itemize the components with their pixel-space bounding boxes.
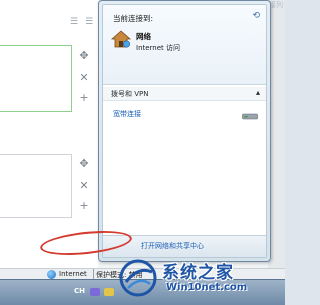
dialup-vpn-label: 拨号和 VPN — [111, 90, 149, 98]
close-icon[interactable]: ✕ — [78, 72, 90, 83]
network-name: 网络 — [136, 32, 151, 41]
list-view-icons[interactable]: ☰☰ — [70, 17, 100, 27]
refresh-icon[interactable]: ⟲ — [252, 11, 260, 21]
open-network-sharing-center-link[interactable]: 打开网络和共享中心 — [141, 241, 204, 251]
modem-icon — [242, 113, 258, 120]
editor-canvas — [0, 0, 98, 268]
ime-tray-icon[interactable] — [90, 288, 100, 296]
add-icon[interactable]: + — [78, 200, 90, 211]
flyout-footer: 打开网络和共享中心 — [103, 235, 266, 257]
watermark-title: 系统之家 — [162, 263, 234, 283]
content-block[interactable] — [0, 154, 72, 218]
input-language-indicator[interactable]: CH — [74, 287, 85, 295]
network-status: Internet 访问 — [136, 44, 181, 52]
move-icon[interactable]: ✥ — [78, 50, 90, 61]
close-icon[interactable]: ✕ — [78, 180, 90, 191]
network-house-icon — [111, 30, 131, 48]
broadband-connection-link[interactable]: 宽带连接 — [113, 109, 141, 119]
watermark-logo — [119, 259, 157, 297]
move-icon[interactable]: ✥ — [78, 158, 90, 169]
current-connection-label: 当前连接到: — [113, 14, 154, 23]
current-connection-section: 当前连接到: ⟲ 网络 Internet 访问 — [103, 5, 266, 85]
zone-label: Internet — [59, 270, 87, 278]
internet-zone-icon — [47, 270, 56, 279]
tray-icon[interactable] — [104, 288, 114, 296]
watermark-url: Win10net.com — [166, 282, 248, 293]
collapse-arrow-icon[interactable]: ▴ — [256, 88, 260, 97]
dialup-vpn-section-header[interactable]: 拨号和 VPN ▴ — [103, 87, 266, 101]
flyout-content: 当前连接到: ⟲ 网络 Internet 访问 拨号和 VPN ▴ 宽带连接 打… — [102, 4, 267, 258]
network-flyout: 当前连接到: ⟲ 网络 Internet 访问 拨号和 VPN ▴ 宽带连接 打… — [98, 0, 271, 262]
add-icon[interactable]: + — [78, 92, 90, 103]
content-block-active[interactable] — [0, 45, 72, 112]
